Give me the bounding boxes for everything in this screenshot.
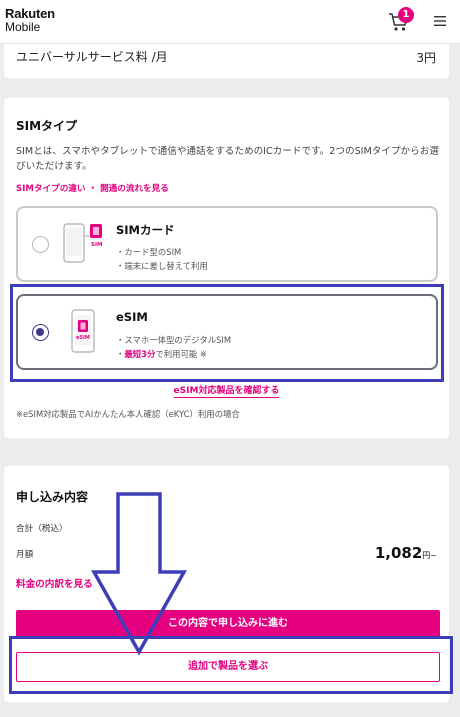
logo-line1: Rakuten: [5, 6, 55, 21]
sim-card-line1: ・カード型のSIM: [116, 247, 182, 257]
universal-fee-value: 3円: [416, 51, 436, 65]
esim-title: eSIM: [116, 310, 148, 324]
sim-type-card: SIMタイプ SIMとは、スマホやタブレットで通信や通話をするためのICカードで…: [4, 98, 449, 438]
esim-check-link[interactable]: eSIM対応製品を確認する: [173, 386, 280, 398]
universal-fee-label: ユニバーサルサービス料 /月: [16, 50, 168, 64]
esim-line2-suffix: で利用可能 ※: [155, 349, 207, 359]
esim-option[interactable]: eSIM eSIM ・スマホ一体型のデジタルSIM ・最短3分で利用可能 ※: [16, 294, 438, 370]
esim-line2: ・最短3分で利用可能 ※: [116, 348, 207, 360]
sim-type-title: SIMタイプ: [16, 119, 78, 133]
logo-line2: Mobile: [5, 20, 41, 34]
monthly-price: 1,082円~: [375, 544, 437, 562]
cart-count-badge: 1: [398, 7, 414, 23]
hamburger-menu-icon[interactable]: [432, 14, 448, 28]
monthly-value: 1,082: [374, 544, 423, 562]
add-product-button[interactable]: 追加で製品を選ぶ: [16, 652, 440, 682]
monthly-label: 月額: [16, 550, 34, 560]
monthly-unit: 円~: [422, 551, 437, 560]
total-label: 合計（税込）: [16, 524, 68, 534]
ekyc-note: ※eSIM対応製品でAIかんたん本人確認（eKYC）利用の場合: [16, 409, 240, 419]
order-summary-card: 申し込み内容 合計（税込） 月額 1,082円~ 料金の内訳を見る この内容で申…: [4, 466, 449, 702]
sim-card-radio[interactable]: [32, 236, 49, 253]
proceed-application-button[interactable]: この内容で申し込みに進む: [16, 610, 440, 638]
app-header: Rakuten Mobile 1: [0, 0, 460, 44]
esim-check-link-row: eSIM対応製品を確認する: [4, 383, 449, 398]
sim-type-links[interactable]: SIMタイプの違い ・ 開通の流れを見る: [16, 182, 169, 194]
sim-card-phone-icon: SIM: [63, 223, 102, 263]
sim-card-option[interactable]: SIM SIMカード ・カード型のSIM ・端末に差し替えて利用: [16, 206, 438, 282]
esim-icon-label: eSIM: [76, 335, 90, 341]
sim-card-line2: ・端末に差し替えて利用: [116, 261, 208, 271]
fee-breakdown-link[interactable]: 料金の内訳を見る: [16, 576, 93, 590]
esim-phone-icon: eSIM: [71, 309, 95, 353]
universal-fee-card: ユニバーサルサービス料 /月 3円: [4, 44, 449, 78]
esim-line1: ・スマホ一体型のデジタルSIM: [116, 335, 232, 345]
rakuten-mobile-logo[interactable]: Rakuten Mobile: [5, 7, 55, 33]
order-title: 申し込み内容: [16, 490, 89, 504]
sim-card-icon-label: SIM: [91, 242, 102, 248]
esim-radio[interactable]: [32, 324, 49, 341]
esim-line2-highlight: 最短3分: [124, 349, 156, 359]
sim-type-description: SIMとは、スマホやタブレットで通信や通話をするためのICカードです。2つのSI…: [16, 146, 439, 172]
sim-card-title: SIMカード: [116, 223, 175, 237]
